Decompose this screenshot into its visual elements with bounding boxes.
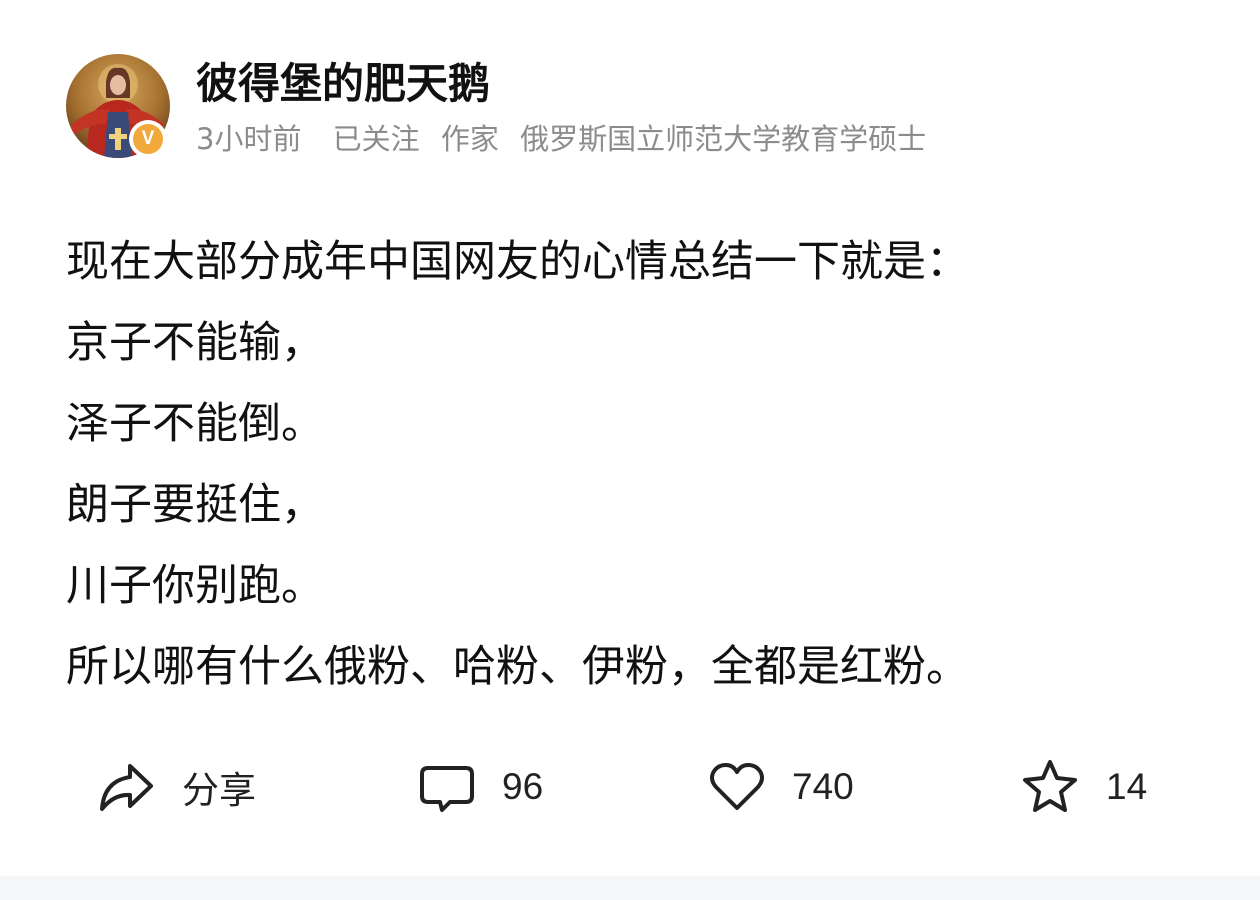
post-card: V 彼得堡的肥天鹅 3小时前 已关注 作家 俄罗斯国立师范大学教育学硕士 现在大… <box>0 0 1260 900</box>
post-time: 3小时前 <box>196 122 302 156</box>
post-line: 现在大部分成年中国网友的心情总结一下就是： <box>66 237 969 287</box>
author-name[interactable]: 彼得堡的肥天鹅 <box>196 57 490 111</box>
share-icon <box>100 764 153 811</box>
favorite-count: 14 <box>1106 766 1148 807</box>
like-count: 740 <box>792 766 854 807</box>
like-button[interactable]: 740 <box>708 752 854 822</box>
post-content[interactable]: 现在大部分成年中国网友的心情总结一下就是： 京子不能输， 泽子不能倒。 朗子要挺… <box>66 222 1196 708</box>
post-meta: 3小时前 已关注 作家 俄罗斯国立师范大学教育学硕士 <box>196 120 926 158</box>
verified-badge: V <box>129 120 167 158</box>
share-button[interactable]: 分享 <box>96 752 256 822</box>
comment-icon <box>420 766 474 812</box>
post-line: 川子你别跑。 <box>66 561 324 611</box>
bottom-divider <box>0 876 1260 900</box>
heart-icon <box>710 763 764 810</box>
post-line: 朗子要挺住， <box>66 480 324 530</box>
favorite-button[interactable]: 14 <box>1020 752 1147 822</box>
share-label: 分享 <box>182 769 256 812</box>
comment-button[interactable]: 96 <box>418 752 543 822</box>
follow-status[interactable]: 已关注 <box>333 120 420 158</box>
action-bar: 分享 96 740 14 <box>0 752 1260 822</box>
comment-count: 96 <box>502 766 544 807</box>
author-credential: 俄罗斯国立师范大学教育学硕士 <box>520 122 927 156</box>
avatar-container: V <box>66 54 170 158</box>
author-role: 作家 <box>440 122 499 156</box>
post-line: 京子不能输， <box>66 318 324 368</box>
post-line: 所以哪有什么俄粉、哈粉、伊粉，全都是红粉。 <box>66 642 969 692</box>
verified-icon: V <box>133 124 163 154</box>
post-line: 泽子不能倒。 <box>66 399 324 449</box>
star-icon <box>1023 760 1077 812</box>
